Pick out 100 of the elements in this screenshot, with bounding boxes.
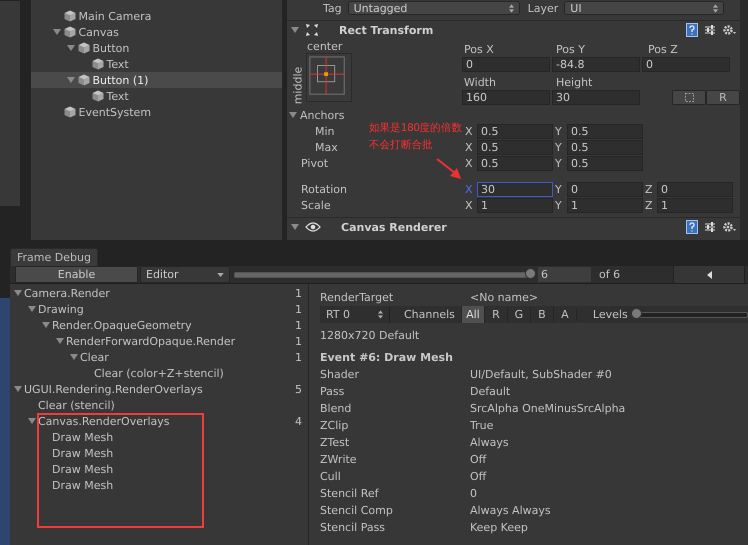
expanded-triangle-icon[interactable] xyxy=(66,76,74,84)
raw-edit-button[interactable]: R xyxy=(706,90,740,104)
number-field[interactable]: 1 xyxy=(477,198,553,212)
event-total-label: of 6 xyxy=(598,268,622,281)
property-value: Off xyxy=(470,470,486,483)
expanded-triangle-icon[interactable] xyxy=(28,417,36,425)
number-field[interactable]: -84.8 xyxy=(552,56,640,72)
frame-debug-tab[interactable]: Frame Debug xyxy=(10,248,98,266)
event-tree-item[interactable]: Camera.Render 1 xyxy=(10,285,308,301)
anchor-label: center xyxy=(307,40,342,53)
number-field[interactable]: 0.5 xyxy=(477,124,553,138)
property-label: Shader xyxy=(320,368,360,381)
component-title: Canvas Renderer xyxy=(341,220,448,234)
tag-dropdown[interactable]: Untagged xyxy=(348,1,520,15)
property-label: Stencil Comp xyxy=(320,504,394,517)
cube-icon xyxy=(78,42,90,54)
settings-icon[interactable] xyxy=(722,221,736,233)
number-field[interactable]: 0.5 xyxy=(477,156,553,170)
settings-icon[interactable] xyxy=(722,24,736,36)
event-tree-item[interactable]: Clear (color+Z+stencil) xyxy=(10,365,308,381)
channel-toggle[interactable]: A xyxy=(552,306,576,323)
updown-arrows-icon xyxy=(508,4,514,12)
blueprint-mode-button[interactable] xyxy=(672,90,706,104)
number-field[interactable]: 0 xyxy=(642,56,730,72)
event-tree-item[interactable]: Draw Mesh xyxy=(10,429,308,445)
updown-arrows-icon xyxy=(378,310,383,319)
cube-icon xyxy=(64,26,76,38)
target-dropdown[interactable]: Editor xyxy=(140,266,230,283)
render-target-dropdown[interactable]: RT 0 xyxy=(320,306,390,323)
number-field[interactable]: 0.5 xyxy=(567,124,643,138)
axis-label: Z xyxy=(645,198,654,212)
event-tree-item[interactable]: Draw Mesh xyxy=(10,461,308,477)
event-number-field[interactable]: 6 xyxy=(538,267,591,282)
property-label: ZClip xyxy=(320,419,350,432)
number-field[interactable]: 1 xyxy=(657,198,733,212)
event-tree-item[interactable]: Clear 1 xyxy=(10,349,308,365)
property-label: Pass xyxy=(320,385,346,398)
event-tree-item[interactable]: Draw Mesh xyxy=(10,445,308,461)
hierarchy-item[interactable]: Canvas xyxy=(30,24,282,40)
axis-label: X xyxy=(465,156,474,170)
hierarchy-item[interactable]: Text xyxy=(30,56,282,72)
channel-toggle[interactable]: G xyxy=(506,306,530,323)
property-value: Always Always xyxy=(470,504,551,517)
number-field[interactable]: 0 xyxy=(657,182,733,196)
event-tree-item[interactable]: Render.OpaqueGeometry 1 xyxy=(10,317,308,333)
axis-label: X xyxy=(465,140,474,154)
event-tree-item[interactable]: Clear (stencil) xyxy=(10,397,308,413)
number-field[interactable]: 0.5 xyxy=(567,140,643,154)
number-field[interactable]: 1 xyxy=(567,198,643,212)
hierarchy-item[interactable]: Button xyxy=(30,40,282,56)
sliders-icon[interactable] xyxy=(704,221,716,233)
event-tree-item[interactable]: UGUI.Rendering.RenderOverlays 5 xyxy=(10,381,308,397)
enable-button[interactable]: Enable xyxy=(15,266,138,283)
help-book-icon[interactable] xyxy=(686,220,698,234)
axis-label: Z xyxy=(645,182,654,196)
axis-label: Y xyxy=(555,124,563,138)
number-field[interactable]: 0 xyxy=(567,182,643,196)
field-label: Scale xyxy=(301,198,331,212)
number-field[interactable]: 0.5 xyxy=(567,156,643,170)
annotation-note: 如果是180度的倍数 不会打断合批 xyxy=(369,121,462,153)
channel-toggle[interactable]: All xyxy=(460,306,484,323)
field-label: Width xyxy=(463,76,497,89)
expanded-triangle-icon[interactable] xyxy=(289,110,297,118)
resolution-text: 1280x720 Default xyxy=(320,328,420,344)
cube-icon xyxy=(92,58,104,70)
number-field[interactable]: 30 xyxy=(477,182,553,196)
axis-label: Y xyxy=(555,182,563,196)
event-tree-item[interactable]: Canvas.RenderOverlays 4 xyxy=(10,413,308,429)
layer-dropdown[interactable]: UI xyxy=(564,1,724,15)
event-tree-item[interactable]: Draw Mesh xyxy=(10,477,308,493)
axis-label: X xyxy=(465,198,474,212)
hierarchy-item[interactable]: Main Camera xyxy=(30,8,282,24)
property-value: SrcAlpha OneMinusSrcAlpha xyxy=(470,402,626,415)
event-tree-item[interactable]: RenderForwardOpaque.Render 1 xyxy=(10,333,308,349)
number-field[interactable]: 0.5 xyxy=(477,140,553,154)
axis-label: X xyxy=(465,124,474,138)
axis-label: Y xyxy=(555,140,563,154)
property-value: Keep Keep xyxy=(470,521,528,534)
expanded-triangle-icon[interactable] xyxy=(291,26,299,34)
updown-arrows-icon xyxy=(713,4,718,12)
anchor-preset-button[interactable] xyxy=(306,53,352,102)
property-value: 0 xyxy=(470,487,477,500)
hierarchy-item[interactable]: EventSystem xyxy=(30,104,282,120)
channel-toggle[interactable]: B xyxy=(530,306,553,323)
cube-icon xyxy=(64,106,76,118)
axis-label: Y xyxy=(555,198,563,212)
number-field[interactable]: 30 xyxy=(552,90,640,104)
channel-toggle[interactable]: R xyxy=(484,306,507,323)
field-label: Height xyxy=(555,76,594,89)
sliders-icon[interactable] xyxy=(704,24,716,36)
event-tree-item[interactable]: Drawing 1 xyxy=(10,301,308,317)
hierarchy-item[interactable]: Text xyxy=(30,88,282,104)
expanded-triangle-icon[interactable] xyxy=(14,385,22,393)
number-field[interactable]: 0 xyxy=(462,56,550,72)
number-field[interactable]: 160 xyxy=(462,90,550,104)
section-label: Anchors xyxy=(300,108,344,122)
help-book-icon[interactable] xyxy=(686,23,698,37)
expanded-triangle-icon[interactable] xyxy=(291,223,299,231)
field-label: Pivot xyxy=(301,156,328,170)
hierarchy-item[interactable]: Button (1) xyxy=(30,72,282,88)
